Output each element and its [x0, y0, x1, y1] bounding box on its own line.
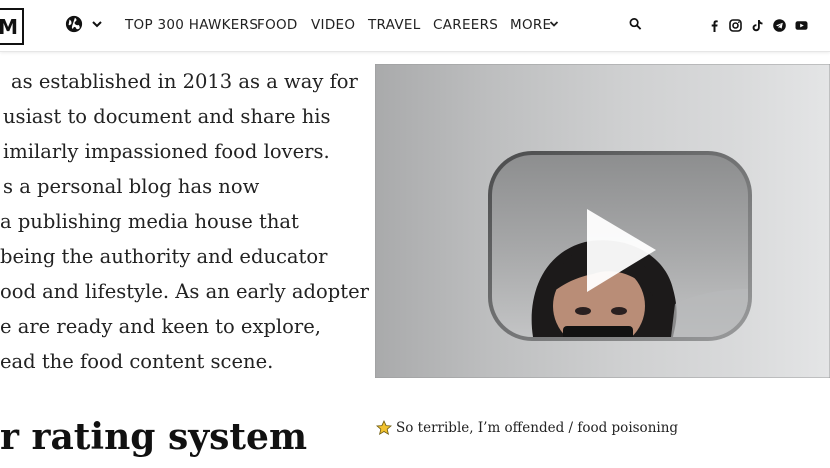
- video-thumbnail: [375, 64, 830, 378]
- nav-item-food[interactable]: FOOD: [257, 17, 298, 33]
- article-line: imilarly impassioned food lovers.: [3, 140, 330, 163]
- logo-letter: M: [0, 14, 18, 39]
- instagram-icon[interactable]: [729, 19, 742, 32]
- nav-item-video[interactable]: VIDEO: [311, 17, 355, 33]
- article-line: s a personal blog has now: [3, 175, 260, 198]
- section-heading: r rating system: [0, 416, 308, 458]
- chevron-down-icon[interactable]: [91, 19, 103, 29]
- nav-item-travel[interactable]: TRAVEL: [368, 17, 421, 33]
- article-line: a publishing media house that: [0, 210, 299, 233]
- article-line: ood and lifestyle. As an early adopter: [0, 280, 369, 303]
- nav-item-careers[interactable]: CAREERS: [433, 17, 498, 33]
- facebook-icon[interactable]: [708, 19, 721, 32]
- search-icon[interactable]: [629, 17, 642, 31]
- reflection-phone: [563, 326, 633, 337]
- article-line: as established in 2013 as a way for: [11, 70, 358, 93]
- nav-item-top-300-hawkers[interactable]: TOP 300 HAWKERS: [125, 17, 258, 33]
- globe-icon[interactable]: [65, 15, 83, 33]
- article-line: e are ready and keen to explore,: [0, 315, 321, 338]
- youtube-icon[interactable]: [795, 19, 808, 32]
- telegram-icon[interactable]: [773, 19, 786, 32]
- site-header: M TOP 300 HAWKERS FOOD VIDEO TRAVEL CARE…: [0, 0, 830, 52]
- star-icon: [376, 420, 392, 436]
- site-logo[interactable]: M: [0, 8, 24, 45]
- article-line: ead the food content scene.: [0, 350, 274, 373]
- more-chevron-icon[interactable]: [549, 20, 559, 28]
- video-player[interactable]: [375, 64, 830, 378]
- rating-text: So terrible, I’m offended / food poisoni…: [396, 420, 679, 436]
- nav-item-more[interactable]: MORE: [510, 17, 551, 33]
- tiktok-icon[interactable]: [751, 19, 764, 32]
- article-line: being the authority and educator: [0, 245, 328, 268]
- article-line: usiast to document and share his: [3, 105, 331, 128]
